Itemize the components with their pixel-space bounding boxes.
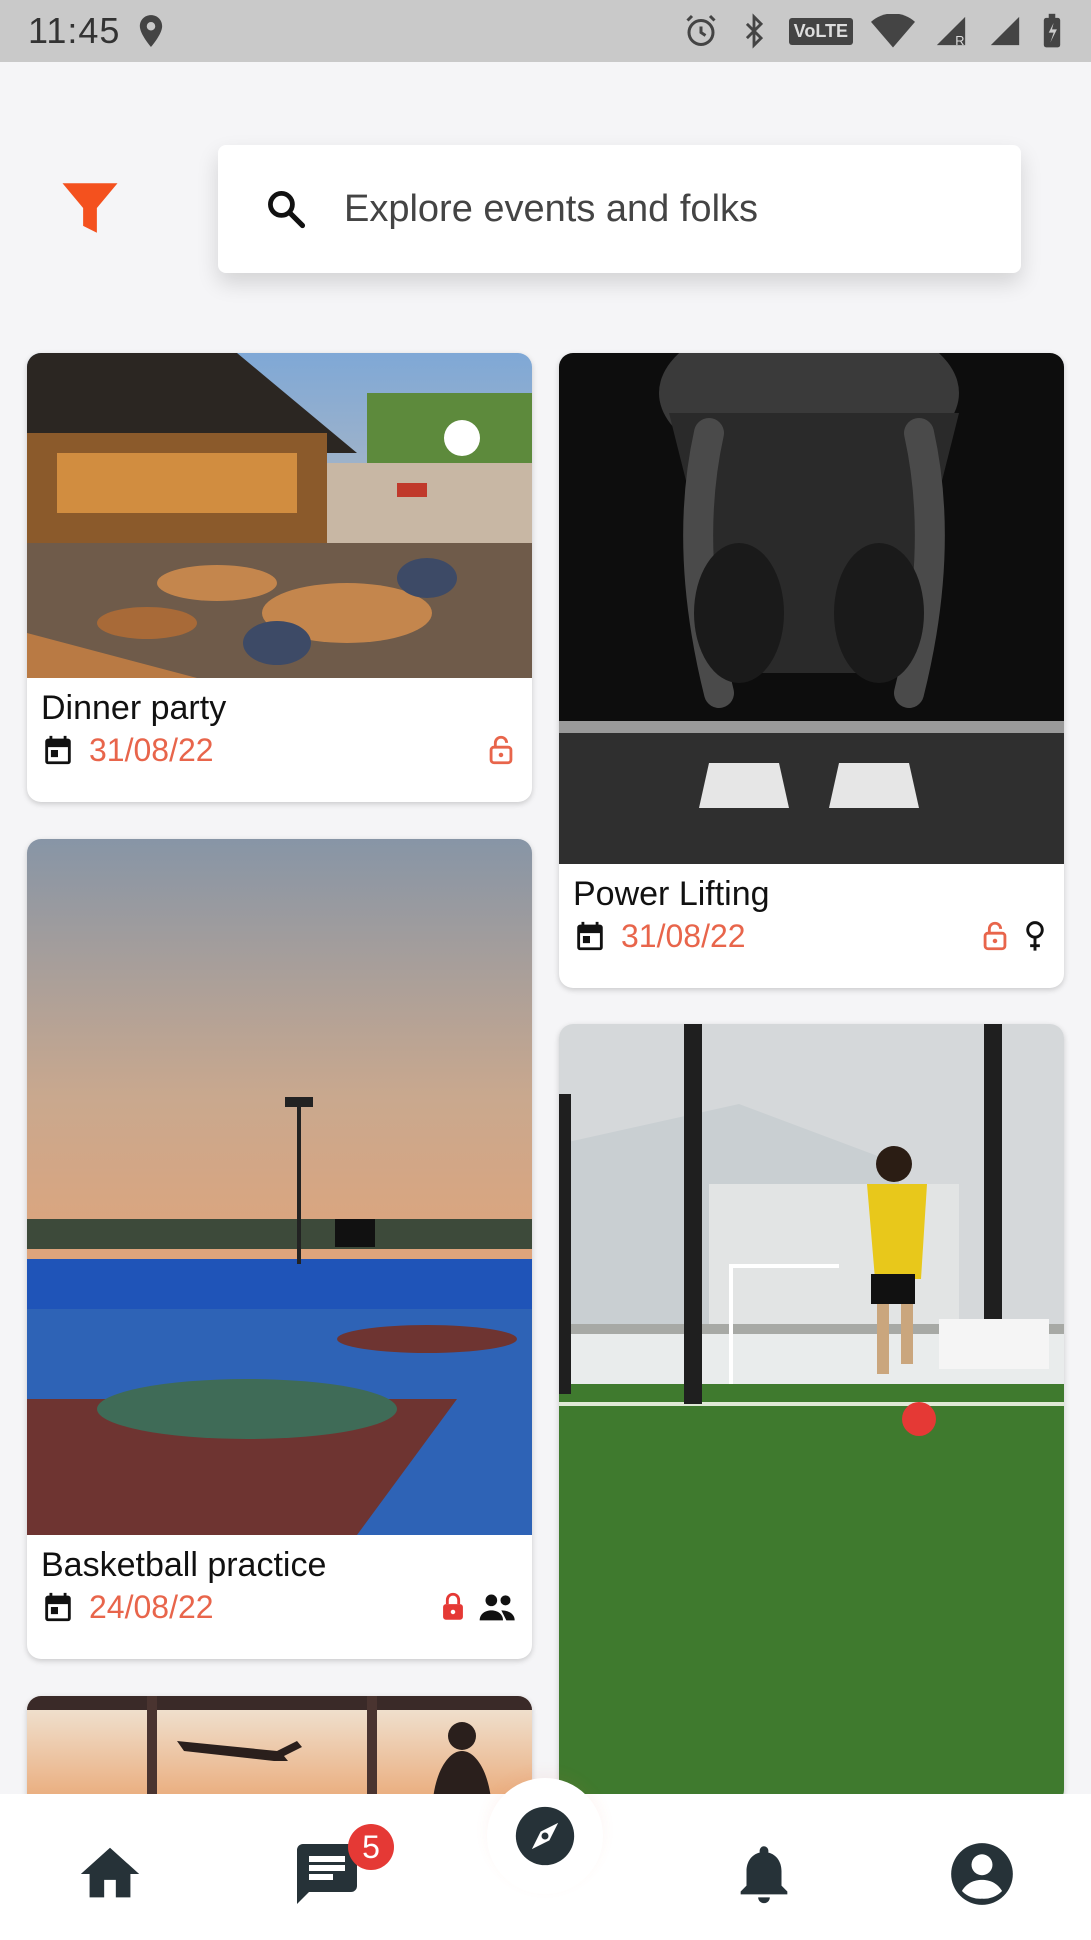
event-date: 31/08/22 [89,732,214,768]
event-image [27,353,532,678]
search-icon [262,185,310,233]
filter-button[interactable] [52,170,128,246]
event-card[interactable]: Dinner party 31/08/22 [27,353,532,802]
search-bar[interactable] [218,145,1021,273]
nav-explore[interactable] [487,1778,603,1894]
event-title: Dinner party [41,689,227,727]
explore-icon [515,1806,575,1866]
calendar-icon [45,735,71,765]
event-image [559,1024,1064,1794]
group-icon [479,1594,515,1621]
volte-indicator: VoLTE [788,17,853,45]
battery-icon [1043,13,1061,48]
profile-icon [951,1843,1013,1905]
home-icon [80,1847,140,1898]
female-icon [1026,921,1044,951]
event-date: 24/08/22 [89,1589,214,1625]
chat-badge: 5 [348,1824,394,1870]
nav-profile[interactable] [942,1834,1022,1914]
event-card[interactable] [559,1024,1064,1804]
lock-closed-icon [443,1592,463,1620]
nav-notifications[interactable] [724,1834,804,1914]
event-date: 31/08/22 [621,918,746,954]
search-input[interactable] [344,187,984,231]
event-title: Power Lifting [573,875,770,913]
calendar-icon [577,921,603,951]
svg-text:R: R [955,33,964,48]
bluetooth-icon [745,13,763,49]
signal-r-icon: R [936,16,966,48]
lock-open-icon [489,735,513,765]
nav-home[interactable] [70,1834,150,1914]
event-title: Basketball practice [41,1546,327,1584]
calendar-icon [45,1592,71,1622]
event-card[interactable]: Basketball practice 24/08/22 [27,839,532,1659]
alarm-icon [686,14,716,46]
event-image [559,353,1064,864]
status-bar: 11:45 VoLTE R [0,0,1091,62]
signal-icon [990,16,1020,46]
event-image [27,839,532,1535]
event-card[interactable]: Power Lifting 31/08/22 [559,353,1064,988]
notifications-icon [740,1846,788,1904]
filter-icon [62,183,118,233]
status-time: 11:45 [28,10,121,51]
wifi-icon [871,14,915,48]
location-icon [140,15,163,47]
lock-open-icon [983,921,1007,951]
